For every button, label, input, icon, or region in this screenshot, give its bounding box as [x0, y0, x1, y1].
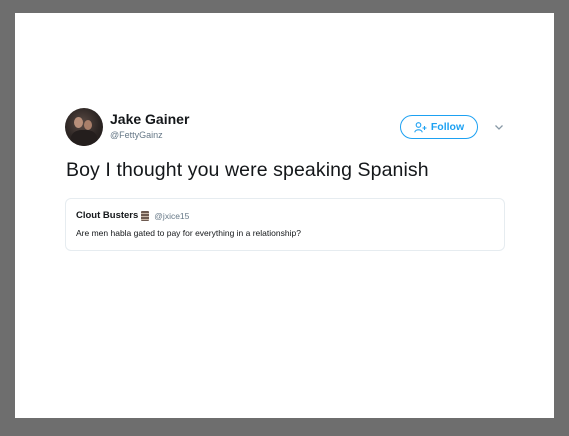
avatar-face — [74, 117, 83, 128]
tweet-text: Boy I thought you were speaking Spanish — [66, 159, 429, 181]
add-user-icon — [414, 121, 427, 132]
avatar[interactable] — [65, 108, 103, 146]
avatar-face — [84, 120, 92, 130]
chevron-down-icon[interactable] — [493, 121, 505, 133]
quoted-display-name[interactable]: Clout Busters — [76, 210, 138, 221]
follow-button[interactable]: Follow — [400, 115, 478, 139]
building-icon — [141, 210, 150, 221]
quoted-user-handle[interactable]: @jxice15 — [154, 211, 189, 221]
user-handle[interactable]: @FettyGainz — [110, 130, 163, 140]
display-name[interactable]: Jake Gainer — [110, 111, 189, 127]
quoted-tweet-text: Are men habla gated to pay for everythin… — [76, 228, 301, 238]
quoted-tweet[interactable]: Clout Busters @jxice15 Are men habla gat… — [65, 198, 505, 251]
quoted-tweet-header: Clout Busters @jxice15 — [76, 210, 189, 221]
follow-label: Follow — [430, 121, 465, 133]
avatar-body — [71, 130, 97, 146]
tweet-card: Jake Gainer @FettyGainz Follow Boy I tho… — [15, 13, 554, 418]
